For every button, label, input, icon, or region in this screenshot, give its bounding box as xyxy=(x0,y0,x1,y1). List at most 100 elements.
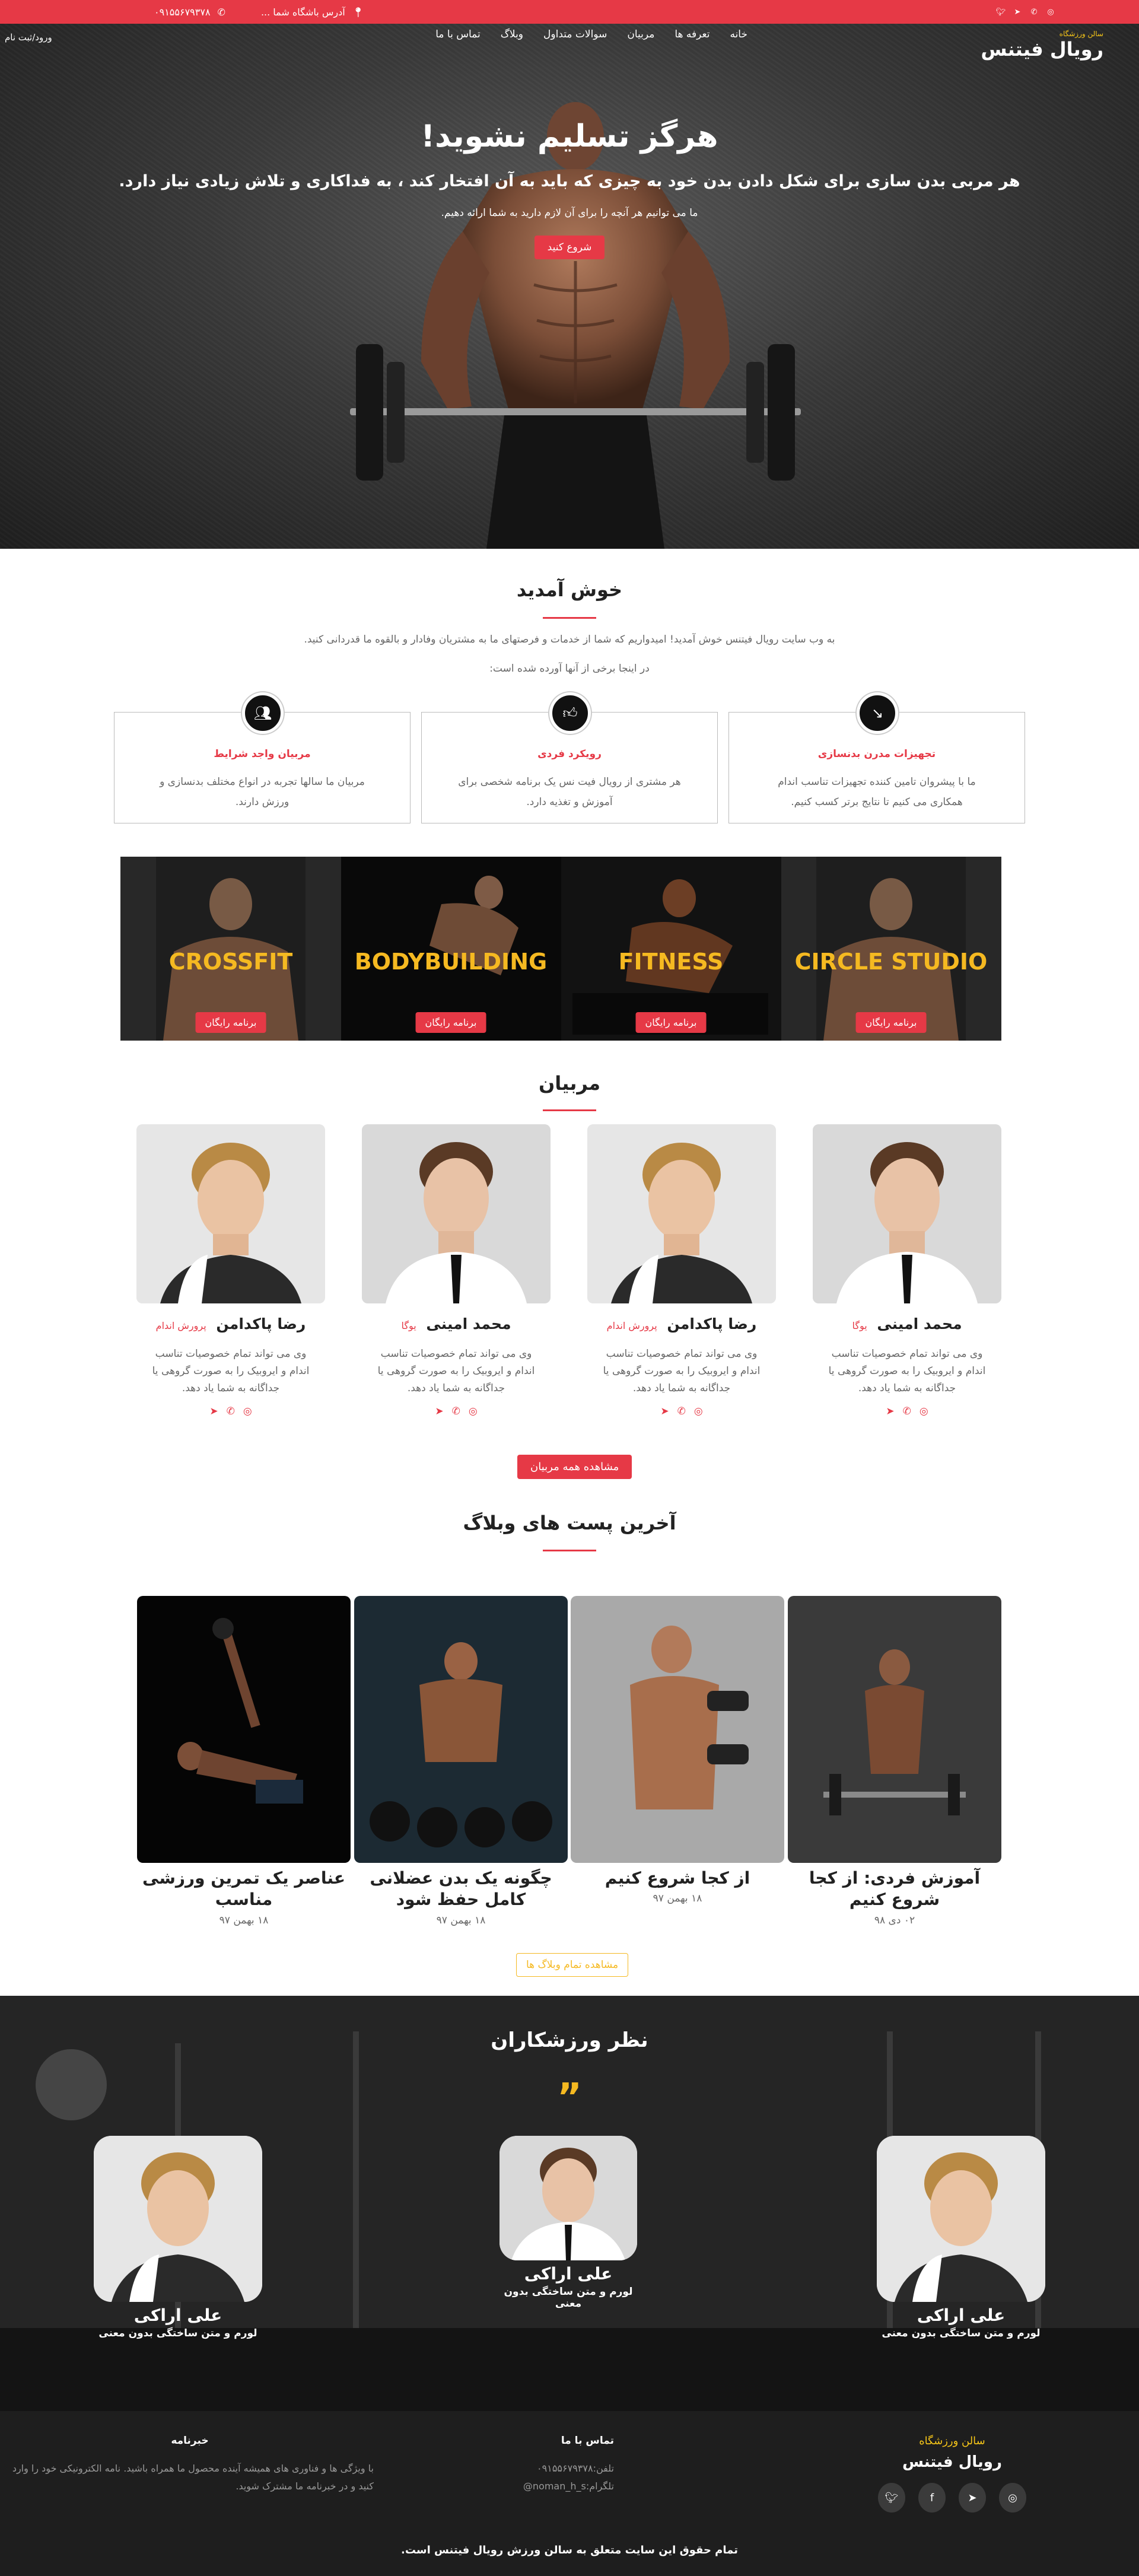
telegram-icon[interactable]: ➤ xyxy=(886,1405,894,1417)
blog-post-title[interactable]: عناصر یک تمرین ورزشی مناسب xyxy=(137,1868,351,1911)
twitter-icon[interactable]: 🐦︎ xyxy=(878,2483,905,2513)
blog-post-date: ۱۸ بهمن ۹۷ xyxy=(653,1893,702,1905)
welcome-subtext: در اینجا برخی از آنها آورده شده است: xyxy=(489,663,650,675)
brand-logo[interactable]: سالن ورزشگاه رویال فیتنس xyxy=(981,30,1103,61)
hero-subtitle: ما می توانیم هر آنچه را برای آن لازم دار… xyxy=(441,207,698,219)
login-link[interactable]: ورود/ثبت نام xyxy=(5,32,52,43)
trainer-name-row: محمد امینی یوگا xyxy=(813,1315,1001,1332)
trainers-title: مربیان xyxy=(538,1072,601,1095)
telegram-icon[interactable]: ➤ xyxy=(660,1405,669,1417)
trainer-photo[interactable] xyxy=(136,1124,325,1303)
program-label: BODYBUILDING xyxy=(354,949,548,975)
instagram-icon[interactable]: ◎ xyxy=(469,1405,478,1417)
feature-title: تجهیزات مدرن بدنسازی xyxy=(817,748,936,760)
welcome-title-line xyxy=(543,617,596,619)
welcome-title: خوش آمدید xyxy=(516,578,623,601)
instagram-icon[interactable]: ◎ xyxy=(999,2483,1026,2513)
feature-text: ما با پیشروان تامین کننده تجهیزات تناسب … xyxy=(778,776,976,808)
free-program-button[interactable]: برنامه رایگان xyxy=(195,1012,266,1033)
copyright: تمام حقوق این سایت متعلق به سالن ورزش رو… xyxy=(401,2544,738,2556)
free-program-button[interactable]: برنامه رایگان xyxy=(415,1012,486,1033)
address-item: 📍︎ آدرس باشگاه شما ... xyxy=(261,7,364,18)
instagram-icon[interactable]: ◎ xyxy=(1045,7,1056,17)
feature-title: رویکرد فردی xyxy=(537,748,602,760)
nav-item-contact[interactable]: تماس با ما xyxy=(435,28,481,40)
trainer-photo[interactable] xyxy=(587,1124,776,1303)
program-card-circle-studio[interactable]: CIRCLE STUDIO برنامه رایگان xyxy=(781,857,1001,1041)
footer-newsletter-title: خبرنامه xyxy=(171,2435,209,2447)
testimonial-card: علی اراکی لورم و متن ساختگی بدون معنی xyxy=(877,2136,1045,2339)
footer-phone[interactable]: تلفن:۰۹۱۵۵۶۷۹۳۷۸ xyxy=(436,2460,614,2478)
telegram-icon[interactable]: ➤ xyxy=(209,1405,218,1417)
all-blog-button[interactable]: مشاهده تمام وبلاگ ها xyxy=(516,1953,629,1977)
blog-post-image[interactable] xyxy=(354,1596,568,1863)
phone-text: ۰۹۱۵۵۶۷۹۳۷۸ xyxy=(154,6,211,18)
telegram-icon[interactable]: ➤ xyxy=(959,2483,986,2513)
testimonial-text: لورم و متن ساختگی بدون معنی xyxy=(504,2286,633,2310)
welcome-text: به وب سایت رویال فیتنس خوش آمدید! امیدوا… xyxy=(304,634,835,645)
nav-item-faq[interactable]: سوالات متداول xyxy=(543,28,607,40)
footer-brand: سالن ورزشگاه رویال فیتنس ◎ ➤ f 🐦︎ xyxy=(878,2435,1026,2513)
phone-icon[interactable]: ✆ xyxy=(677,1405,686,1417)
trainer-social: ◎ ✆ ➤ xyxy=(136,1405,325,1417)
program-card-bodybuilding[interactable]: BODYBUILDING برنامه رایگان xyxy=(341,857,561,1041)
footer-telegram[interactable]: تلگرام:noman_h_s@ xyxy=(436,2478,614,2495)
hero-title: هرگز تسلیم نشوید! xyxy=(421,119,718,154)
trainer-social: ◎ ✆ ➤ xyxy=(587,1405,776,1417)
thumbs-up-icon: 👍︎ xyxy=(549,692,591,734)
testimonial-card: علی اراکی لورم و متن ساختگی بدون معنی xyxy=(94,2136,262,2339)
trainer-name: محمد امینی xyxy=(877,1315,962,1332)
blog-post-title[interactable]: چگونه یک بدن عضلانی کامل حفظ شود xyxy=(354,1868,568,1911)
free-program-button[interactable]: برنامه رایگان xyxy=(855,1012,927,1033)
telegram-icon[interactable]: ➤ xyxy=(435,1405,443,1417)
feature-card-equipment: ↘ تجهیزات مدرن بدنسازی ما با پیشروان تام… xyxy=(728,692,1025,823)
free-program-button[interactable]: برنامه رایگان xyxy=(635,1012,707,1033)
phone-item[interactable]: ✆ ۰۹۱۵۵۶۷۹۳۷۸ xyxy=(154,7,225,18)
nav-item-pricing[interactable]: تعرفه ها xyxy=(675,28,710,40)
program-card-fitness[interactable]: FITNESS برنامه رایگان xyxy=(561,857,781,1041)
whatsapp-icon[interactable]: ✆ xyxy=(1029,7,1039,17)
phone-icon[interactable]: ✆ xyxy=(903,1405,911,1417)
nav-menu: خانه تعرفه ها مربیان سوالات متداول وبلاگ… xyxy=(435,28,747,40)
instagram-icon[interactable]: ◎ xyxy=(920,1405,928,1417)
blog-post[interactable]: چگونه یک بدن عضلانی کامل حفظ شود ۱۸ بهمن… xyxy=(354,1596,568,1926)
program-card-crossfit[interactable]: CROSSFIT برنامه رایگان xyxy=(120,857,341,1041)
testimonial-text: لورم و متن ساختگی بدون معنی xyxy=(882,2327,1041,2339)
testimonial-name: علی اراکی xyxy=(917,2305,1006,2325)
instagram-icon[interactable]: ◎ xyxy=(694,1405,703,1417)
trainer-specialty: پرورش اندام xyxy=(606,1320,657,1331)
start-button[interactable]: شروع کنید xyxy=(534,236,605,259)
blog-post-image[interactable] xyxy=(137,1596,351,1863)
nav-item-home[interactable]: خانه xyxy=(730,28,747,40)
blog-post-title[interactable]: از کجا شروع کنیم xyxy=(571,1868,784,1889)
footer-newsletter: خبرنامه با ویژگی ها و فناوری های همیشه آ… xyxy=(6,2435,374,2496)
nav-item-blog[interactable]: وبلاگ xyxy=(501,28,523,40)
telegram-icon[interactable]: ➤ xyxy=(1012,7,1023,17)
blog-post[interactable]: عناصر یک تمرین ورزشی مناسب ۱۸ بهمن ۹۷ xyxy=(137,1596,351,1926)
phone-icon[interactable]: ✆ xyxy=(452,1405,460,1417)
blog-title: آخرین پست های وبلاگ xyxy=(463,1512,676,1534)
nav-item-trainers[interactable]: مربیان xyxy=(627,28,654,40)
instagram-icon[interactable]: ◎ xyxy=(243,1405,252,1417)
blog-post-image[interactable] xyxy=(571,1596,784,1863)
program-label: FITNESS xyxy=(618,949,724,975)
trainer-specialty: یوگا xyxy=(401,1320,416,1331)
all-trainers-button[interactable]: مشاهده همه مربیان xyxy=(517,1455,632,1479)
social-links: ◎ ✆ ➤ 🐦︎ xyxy=(995,7,1056,17)
blog-title-line xyxy=(543,1550,596,1551)
facebook-icon[interactable]: f xyxy=(918,2483,946,2513)
trainer-photo[interactable] xyxy=(362,1124,551,1303)
feature-text: هر مشتری از رویال فیت نس یک برنامه شخصی … xyxy=(458,776,681,808)
blog-post[interactable]: آموزش فردی: از کجا شروع کنیم ۰۲ دی ۹۸ xyxy=(788,1596,1001,1926)
blog-post[interactable]: از کجا شروع کنیم ۱۸ بهمن ۹۷ xyxy=(571,1596,784,1904)
blog-post-title[interactable]: آموزش فردی: از کجا شروع کنیم xyxy=(788,1868,1001,1911)
testimonial-photo xyxy=(877,2136,1045,2302)
trainer-description: وی می تواند تمام خصوصیات تناسب اندام و ا… xyxy=(828,1348,986,1394)
hero-lead: هر مربی بدن سازی برای شکل دادن بدن خود ب… xyxy=(119,172,1020,190)
twitter-icon[interactable]: 🐦︎ xyxy=(995,7,1006,17)
trainer-photo[interactable] xyxy=(813,1124,1001,1303)
phone-icon[interactable]: ✆ xyxy=(227,1405,235,1417)
blog-post-image[interactable] xyxy=(788,1596,1001,1863)
trainer-card: رضا پاکدامن پرورش اندام وی می تواند تمام… xyxy=(136,1124,325,1417)
feature-title: مربیان واجد شرایط xyxy=(214,748,311,760)
